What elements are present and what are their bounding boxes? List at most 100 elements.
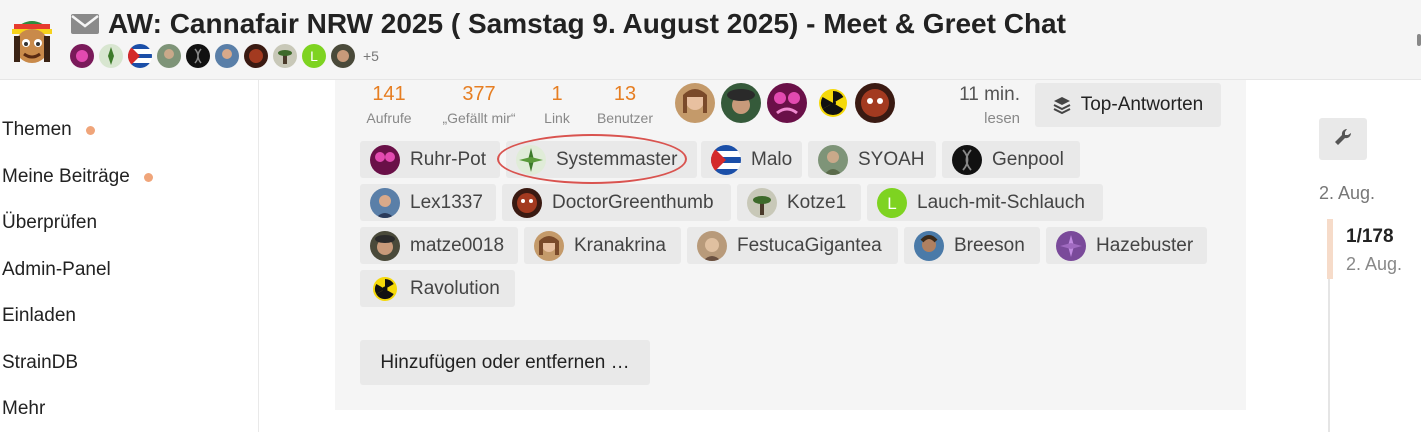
participant-chip[interactable]: L Lauch-mit-Schlauch bbox=[867, 184, 1103, 221]
avatar bbox=[914, 230, 944, 261]
sidebar-item-ueberpruefen[interactable]: Überprüfen bbox=[2, 212, 97, 234]
timeline-handle[interactable] bbox=[1327, 219, 1333, 279]
avatar[interactable] bbox=[99, 44, 123, 68]
sidebar-item-straindb[interactable]: StrainDB bbox=[2, 352, 78, 374]
participant-name: Systemmaster bbox=[556, 148, 678, 170]
avatar bbox=[370, 144, 400, 175]
timeline-handle-date: 2. Aug. bbox=[1346, 254, 1403, 274]
participant-chip[interactable]: matze0018 bbox=[360, 227, 518, 264]
avatar: L bbox=[877, 187, 907, 218]
avatar bbox=[370, 187, 400, 218]
participant-name: Genpool bbox=[992, 148, 1064, 170]
sidebar-item-label: StrainDB bbox=[2, 352, 79, 373]
unread-dot bbox=[85, 125, 95, 135]
participant-chip[interactable]: Genpool bbox=[942, 141, 1080, 178]
sidebar-item-label: Überprüfen bbox=[2, 212, 98, 233]
participant-name: matze0018 bbox=[410, 234, 505, 256]
topic-map: 141 Aufrufe 377 „Gefällt mir“ 1 Link 13 … bbox=[335, 80, 1246, 410]
avatar[interactable] bbox=[186, 44, 210, 68]
timeline-position: 1/178 bbox=[1346, 226, 1394, 247]
avatar bbox=[711, 144, 741, 175]
participant-name: Lauch-mit-Schlauch bbox=[917, 191, 1085, 213]
svg-text:L: L bbox=[887, 194, 896, 213]
participant-chip[interactable]: Lex1337 bbox=[360, 184, 496, 221]
stat-value: 377 bbox=[462, 83, 496, 105]
participant-name: Kotze1 bbox=[787, 191, 847, 213]
stat-value: 13 bbox=[613, 83, 637, 105]
add-remove-button[interactable]: Hinzufügen oder entfernen … bbox=[360, 340, 650, 385]
participant-name: Kranakrina bbox=[574, 234, 666, 256]
avatar[interactable] bbox=[128, 44, 152, 68]
participant-chip[interactable]: Kotze1 bbox=[737, 184, 861, 221]
avatar bbox=[818, 144, 848, 175]
avatar bbox=[952, 144, 982, 175]
topic-title[interactable]: AW: Cannafair NRW 2025 ( Samstag 9. Augu… bbox=[108, 8, 1066, 40]
avatar bbox=[1056, 230, 1086, 261]
participant-chip[interactable]: Ruhr-Pot bbox=[360, 141, 500, 178]
sidebar-item-admin-panel[interactable]: Admin-Panel bbox=[2, 259, 111, 281]
participant-avatars: L +5 bbox=[70, 43, 379, 69]
avatar[interactable] bbox=[70, 44, 94, 68]
more-participants-count[interactable]: +5 bbox=[363, 48, 379, 64]
avatar[interactable] bbox=[721, 83, 761, 123]
stat-likes[interactable]: 377 „Gefällt mir“ bbox=[431, 82, 527, 128]
participant-chip[interactable]: Breeson bbox=[904, 227, 1040, 264]
avatar[interactable] bbox=[675, 83, 715, 123]
avatar[interactable] bbox=[767, 83, 807, 123]
radiation-avatar bbox=[370, 274, 400, 304]
top-replies-button[interactable]: Top-Antworten bbox=[1035, 83, 1221, 127]
participant-chip[interactable]: FestucaGigantea bbox=[687, 227, 898, 264]
participant-name: Hazebuster bbox=[1096, 234, 1194, 256]
participant-chip[interactable]: Ravolution bbox=[360, 270, 515, 307]
avatar bbox=[747, 187, 777, 218]
participant-chip[interactable]: DoctorGreenthumb bbox=[502, 184, 731, 221]
sidebar-item-mehr[interactable]: Mehr bbox=[2, 398, 45, 420]
sidebar-item-themen[interactable]: Themen bbox=[2, 119, 95, 141]
avatar[interactable] bbox=[331, 44, 355, 68]
participant-chip[interactable]: Systemmaster bbox=[506, 141, 697, 178]
avatar bbox=[534, 230, 564, 261]
scrollbar[interactable] bbox=[1417, 34, 1421, 46]
svg-text:L: L bbox=[310, 48, 318, 64]
participant-name: FestucaGigantea bbox=[737, 234, 882, 256]
avatar[interactable]: L bbox=[302, 44, 326, 68]
read-time-label: lesen bbox=[984, 110, 1020, 127]
sidebar-item-einladen[interactable]: Einladen bbox=[2, 305, 76, 327]
stat-label: Aufrufe bbox=[366, 110, 412, 126]
avatar bbox=[512, 187, 542, 218]
site-logo[interactable] bbox=[6, 10, 58, 68]
envelope-icon bbox=[70, 13, 100, 35]
topic-header: AW: Cannafair NRW 2025 ( Samstag 9. Augu… bbox=[0, 0, 1421, 80]
participant-name: Ruhr-Pot bbox=[410, 148, 487, 170]
avatar[interactable] bbox=[157, 44, 181, 68]
avatar[interactable] bbox=[273, 44, 297, 68]
avatar[interactable] bbox=[244, 44, 268, 68]
radiation-avatar[interactable] bbox=[813, 83, 853, 123]
avatar[interactable] bbox=[855, 83, 895, 123]
avatar[interactable] bbox=[215, 44, 239, 68]
stat-links[interactable]: 1 Link bbox=[535, 82, 579, 128]
stat-views: 141 Aufrufe bbox=[360, 82, 418, 128]
participant-chip[interactable]: Malo bbox=[701, 141, 802, 178]
sidebar-item-meine-beitraege[interactable]: Meine Beiträge bbox=[2, 166, 153, 188]
timeline-start-date[interactable]: 2. Aug. bbox=[1319, 183, 1375, 204]
avatar bbox=[697, 230, 727, 261]
sidebar-item-label: Mehr bbox=[2, 398, 46, 419]
stat-value: 141 bbox=[372, 83, 406, 105]
read-time-value: 11 min. bbox=[959, 84, 1020, 105]
sidebar: Themen Meine Beiträge Überprüfen Admin-P… bbox=[0, 80, 259, 432]
sidebar-item-label: Meine Beiträge bbox=[2, 166, 130, 187]
admin-wrench-button[interactable] bbox=[1319, 118, 1367, 160]
sidebar-item-label: Einladen bbox=[2, 305, 76, 326]
participant-chip[interactable]: Hazebuster bbox=[1046, 227, 1207, 264]
participant-name: Lex1337 bbox=[410, 191, 483, 213]
participant-chip[interactable]: SYOAH bbox=[808, 141, 936, 178]
sidebar-item-label: Admin-Panel bbox=[2, 259, 111, 280]
top-replies-label: Top-Antworten bbox=[1080, 94, 1204, 115]
stat-value: 1 bbox=[551, 83, 563, 105]
participant-chip[interactable]: Kranakrina bbox=[524, 227, 681, 264]
participant-name: Ravolution bbox=[410, 277, 500, 299]
stat-users[interactable]: 13 Benutzer bbox=[588, 82, 662, 128]
read-time: 11 min. lesen bbox=[935, 83, 1020, 129]
avatar bbox=[516, 144, 546, 175]
